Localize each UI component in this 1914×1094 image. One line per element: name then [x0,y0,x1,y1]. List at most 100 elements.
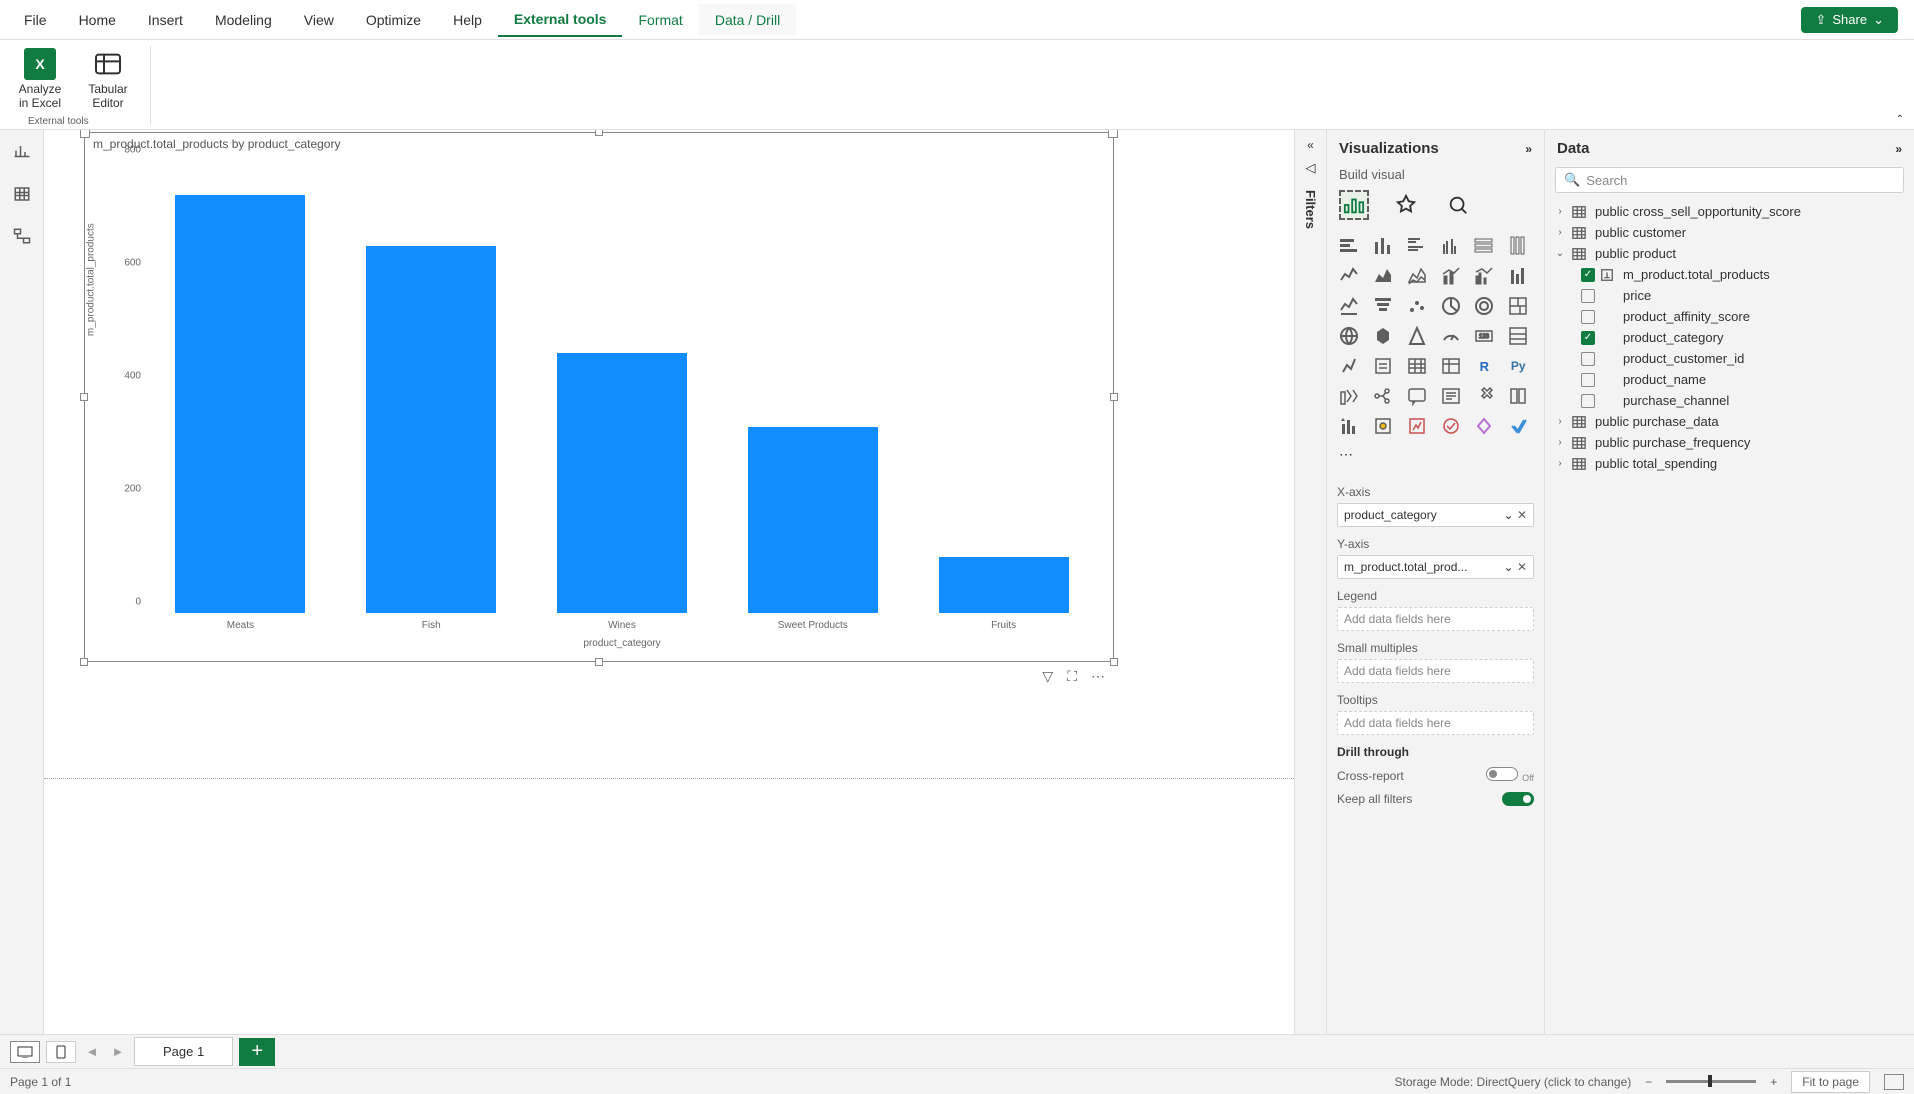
table-row[interactable]: ›public cross_sell_opportunity_score [1553,201,1906,222]
fullscreen-button[interactable] [1884,1074,1904,1090]
paginated-report-icon[interactable] [1472,384,1496,408]
yaxis-well[interactable]: m_product.total_prod... ⌄ ✕ [1337,555,1534,579]
ribbon-chart-icon[interactable] [1506,264,1530,288]
tooltips-well[interactable]: Add data fields here [1337,711,1534,735]
expand-filters-icon[interactable]: « [1307,138,1314,152]
prev-page-button[interactable]: ◄ [82,1044,102,1059]
waterfall-icon[interactable] [1337,294,1361,318]
field-checkbox[interactable] [1581,373,1595,387]
field-row[interactable]: product_customer_id [1553,348,1906,369]
field-checkbox[interactable]: ✓ [1581,331,1595,345]
custom-viz-4-icon[interactable] [1472,414,1496,438]
filters-pane-collapsed[interactable]: « ◁ Filters [1294,130,1326,1034]
table-row[interactable]: ›public total_spending [1553,453,1906,474]
tab-external-tools[interactable]: External tools [498,3,623,37]
field-row[interactable]: ✓product_category [1553,327,1906,348]
analytics-tab[interactable] [1443,190,1473,220]
funnel-chart-icon[interactable] [1371,294,1395,318]
custom-viz-3-icon[interactable] [1439,414,1463,438]
share-button[interactable]: ⇪ Share ⌄ [1801,7,1898,33]
chart-bar[interactable] [366,246,496,613]
area-chart-icon[interactable] [1371,264,1395,288]
table-row[interactable]: ›public purchase_data [1553,411,1906,432]
chevron-down-icon[interactable]: ⌄ [1504,560,1514,574]
custom-viz-2-icon[interactable] [1405,414,1429,438]
filled-map-icon[interactable] [1371,324,1395,348]
tab-data-drill[interactable]: Data / Drill [699,4,796,36]
search-input[interactable]: 🔍 Search [1555,167,1904,193]
filter-icon[interactable]: ▽ [1042,668,1053,685]
pie-chart-icon[interactable] [1439,294,1463,318]
collapse-viz-icon[interactable]: » [1525,142,1532,156]
r-visual-icon[interactable]: R [1472,354,1496,378]
format-visual-tab[interactable] [1391,190,1421,220]
report-view-icon[interactable] [10,140,34,164]
mobile-layout-button[interactable] [46,1041,76,1063]
stacked-area-icon[interactable] [1405,264,1429,288]
next-page-button[interactable]: ► [108,1044,128,1059]
tab-home[interactable]: Home [63,4,132,36]
donut-chart-icon[interactable] [1472,294,1496,318]
scatter-icon[interactable] [1405,294,1429,318]
field-checkbox[interactable]: ✓ [1581,268,1595,282]
field-checkbox[interactable] [1581,352,1595,366]
field-row[interactable]: product_name [1553,369,1906,390]
remove-field-icon[interactable]: ✕ [1517,560,1527,574]
line-clustered-column-icon[interactable] [1472,264,1496,288]
decomposition-tree-icon[interactable] [1371,384,1395,408]
fit-to-page-button[interactable]: Fit to page [1791,1071,1870,1093]
python-visual-icon[interactable]: Py [1506,354,1530,378]
focus-mode-icon[interactable]: ⛶ [1067,668,1077,685]
page-tab-1[interactable]: Page 1 [134,1037,233,1066]
add-page-button[interactable]: + [239,1038,275,1066]
field-checkbox[interactable] [1581,289,1595,303]
tab-view[interactable]: View [288,4,350,36]
slicer-icon[interactable] [1371,354,1395,378]
stacked-bar-icon[interactable] [1337,234,1361,258]
table-view-icon[interactable] [10,182,34,206]
collapse-data-icon[interactable]: » [1895,142,1902,156]
table-row[interactable]: ›public customer [1553,222,1906,243]
field-checkbox[interactable] [1581,310,1595,324]
matrix-icon[interactable] [1439,354,1463,378]
gauge-icon[interactable] [1439,324,1463,348]
clustered-bar-icon[interactable] [1405,234,1429,258]
treemap-icon[interactable] [1506,294,1530,318]
tab-optimize[interactable]: Optimize [350,4,437,36]
desktop-layout-button[interactable] [10,1041,40,1063]
more-options-icon[interactable]: ⋯ [1091,668,1105,685]
smart-narrative-icon[interactable] [1439,384,1463,408]
tab-file[interactable]: File [8,4,63,36]
field-row[interactable]: purchase_channel [1553,390,1906,411]
chart-bar[interactable] [748,427,878,613]
small-multiples-well[interactable]: Add data fields here [1337,659,1534,683]
collapse-ribbon-button[interactable]: ⌃ [1896,114,1904,125]
hundred-stacked-column-icon[interactable] [1506,234,1530,258]
table-row[interactable]: ›public purchase_frequency [1553,432,1906,453]
zoom-out-button[interactable]: − [1645,1075,1652,1089]
chart-bar[interactable] [557,353,687,613]
chevron-down-icon[interactable]: ⌄ [1504,508,1514,522]
multi-row-card-icon[interactable] [1506,324,1530,348]
table-visual-icon[interactable] [1405,354,1429,378]
card-icon[interactable]: 123 [1472,324,1496,348]
remove-field-icon[interactable]: ✕ [1517,508,1527,522]
tab-modeling[interactable]: Modeling [199,4,288,36]
line-chart-icon[interactable] [1337,264,1361,288]
analyze-in-excel-button[interactable]: X Analyze in Excel [10,46,70,124]
legend-well[interactable]: Add data fields here [1337,607,1534,631]
table-row[interactable]: ⌄public product [1553,243,1906,264]
report-canvas[interactable]: m_product.total_products by product_cate… [44,130,1294,1034]
power-apps-icon[interactable] [1506,384,1530,408]
bar-chart-visual[interactable]: m_product.total_products by product_cate… [84,132,1114,662]
chart-bar[interactable] [939,557,1069,614]
tab-help[interactable]: Help [437,4,498,36]
azure-map-icon[interactable] [1405,324,1429,348]
power-automate-icon[interactable] [1337,414,1361,438]
field-row[interactable]: ✓m_product.total_products [1553,264,1906,285]
clustered-column-icon[interactable] [1439,234,1463,258]
tab-format[interactable]: Format [622,4,698,36]
kpi-icon[interactable] [1337,354,1361,378]
zoom-slider[interactable] [1666,1080,1756,1083]
tab-insert[interactable]: Insert [132,4,199,36]
